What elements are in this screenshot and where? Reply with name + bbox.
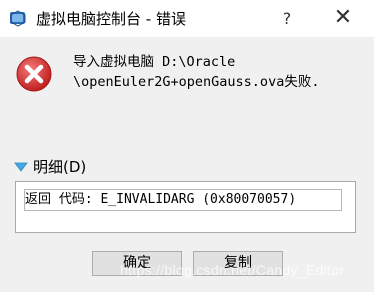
help-button[interactable]: ? xyxy=(270,0,304,37)
title-bar: 虚拟电脑控制台 - 错误 ? ✕ xyxy=(0,0,374,37)
chevron-down-icon xyxy=(14,162,28,172)
details-label: 明细(D) xyxy=(33,158,87,176)
error-icon xyxy=(16,56,52,92)
window-title: 虚拟电脑控制台 - 错误 xyxy=(36,10,186,28)
watermark: https://blog.csdn.net/Candy_Editor xyxy=(120,262,345,278)
details-toggle[interactable]: 明细(D) xyxy=(14,157,86,177)
dialog-body: 导入虚拟电脑 D:\Oracle \openEuler2G+openGauss.… xyxy=(0,37,374,292)
virtualbox-icon xyxy=(10,10,26,27)
details-text[interactable]: 返回 代码: E_INVALIDARG (0x80070057) xyxy=(24,189,342,211)
details-panel: 返回 代码: E_INVALIDARG (0x80070057) xyxy=(15,181,356,233)
error-message: 导入虚拟电脑 D:\Oracle \openEuler2G+openGauss.… xyxy=(73,54,320,90)
close-button[interactable]: ✕ xyxy=(326,0,360,37)
